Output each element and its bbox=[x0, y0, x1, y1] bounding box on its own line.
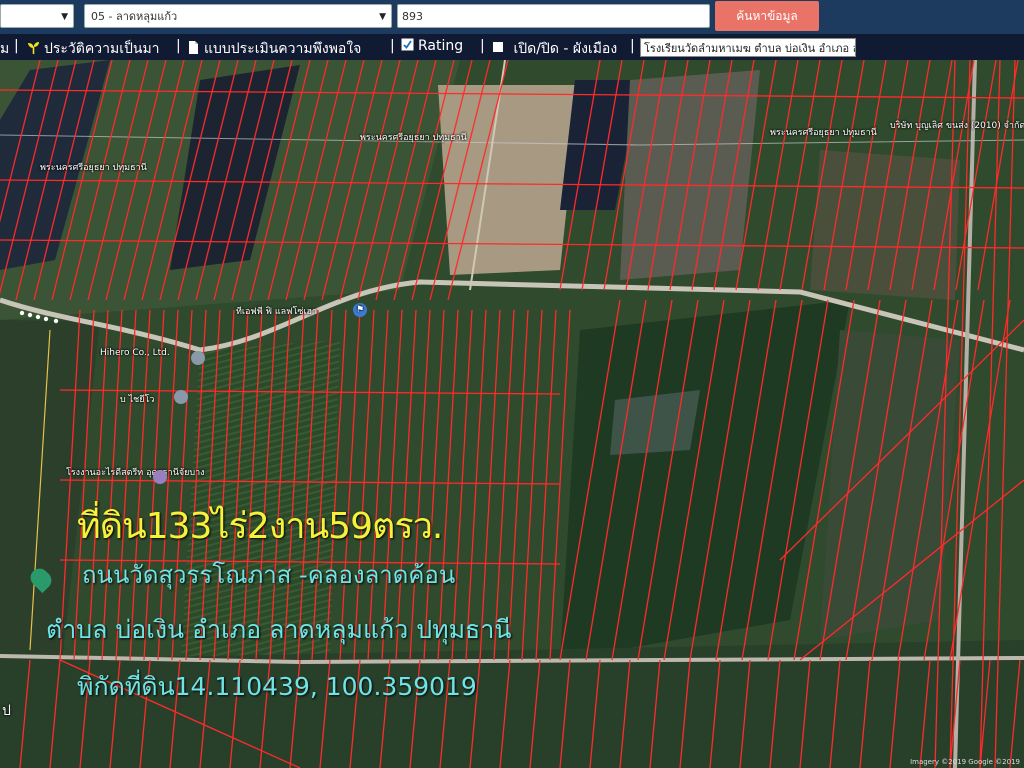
province-select[interactable]: ▼ bbox=[0, 4, 74, 28]
place-pin-icon[interactable] bbox=[153, 470, 167, 484]
map-attribution: Imagery ©2019 Google ©2019 bbox=[910, 758, 1020, 766]
map-label: พระนครศรีอยุธยา ปทุมธานี bbox=[360, 133, 467, 143]
menu-divider: | bbox=[480, 38, 485, 54]
checkbox-icon bbox=[401, 38, 414, 51]
district-select[interactable]: 05 - ลาดหลุมแก้ว ▼ bbox=[84, 4, 392, 28]
menu-item-toggle-city-plan[interactable]: เปิด/ปิด - ผังเมือง bbox=[492, 38, 617, 60]
document-icon bbox=[189, 41, 198, 54]
overlay-coordinates: พิกัดที่ดิน14.110439, 100.359019 bbox=[77, 672, 477, 701]
map-canvas[interactable] bbox=[0, 60, 1024, 768]
place-pin-icon[interactable]: ⚑ bbox=[353, 303, 367, 317]
menu-item-label: Rating bbox=[418, 38, 464, 54]
parcel-number-input[interactable]: 893 bbox=[397, 4, 710, 28]
menu-item-label: แบบประเมินความพึงพอใจ bbox=[204, 41, 362, 57]
menu-bar: ม | ประวัติความเป็นมา | แบบประเมินความพึ… bbox=[0, 34, 1024, 60]
menu-item-rating[interactable]: Rating bbox=[401, 38, 463, 54]
menu-item-truncated[interactable]: ม bbox=[0, 38, 9, 60]
map-label: พระนครศรีอยุธยา ปทุมธานี bbox=[770, 128, 877, 138]
place-pin-icon[interactable] bbox=[174, 390, 188, 404]
chevron-down-icon: ▼ bbox=[379, 12, 386, 22]
place-search-input[interactable]: โรงเรียนวัดลำมหาเมฆ ตำบล บ่อเงิน อำเภอ ล bbox=[640, 38, 856, 57]
satellite-map[interactable]: พระนครศรีอยุธยา ปทุมธานี พระนครศรีอยุธยา… bbox=[0, 60, 1024, 768]
menu-divider: | bbox=[14, 38, 19, 54]
menu-divider: | bbox=[176, 38, 181, 54]
sprout-icon bbox=[28, 42, 39, 54]
overlay-location: ตำบล บ่อเงิน อำเภอ ลาดหลุมแก้ว ปทุมธานี bbox=[46, 615, 512, 644]
map-label: โรงงานอะไรดีสตรีท อุดรธานีจัยบาง bbox=[66, 468, 205, 478]
map-label: ป bbox=[2, 703, 11, 719]
map-label: Hihero Co., Ltd. bbox=[100, 348, 170, 358]
menu-divider: | bbox=[390, 38, 395, 54]
map-label: ทีเอฟพี ฟิ แลฟโซ่เฮา bbox=[236, 307, 318, 317]
map-label: บ ไชยีโว bbox=[120, 395, 155, 405]
construction-site bbox=[438, 85, 580, 275]
map-label: พระนครศรีอยุธยา ปทุมธานี bbox=[40, 163, 147, 173]
search-button[interactable]: ค้นหาข้อมูล bbox=[715, 1, 819, 31]
overlay-land-size: ที่ดิน133ไร่2งาน59ตรว. bbox=[77, 506, 443, 547]
place-pin-icon[interactable] bbox=[191, 351, 205, 365]
map-label: บริษัท บุญเลิศ ขนส่ง (2010) จำกัด bbox=[890, 121, 1024, 131]
factory-yard bbox=[810, 150, 960, 300]
menu-item-history[interactable]: ประวัติความเป็นมา bbox=[27, 38, 160, 60]
chevron-down-icon: ▼ bbox=[61, 12, 68, 22]
menu-item-label: เปิด/ปิด - ผังเมือง bbox=[513, 41, 618, 57]
square-icon bbox=[493, 42, 503, 52]
menu-item-satisfaction-survey[interactable]: แบบประเมินความพึงพอใจ bbox=[187, 38, 361, 60]
overlay-road: ถนนวัดสุวรรโณภาส -คลองลาดค้อน bbox=[82, 561, 456, 589]
menu-item-label: ประวัติความเป็นมา bbox=[44, 41, 160, 57]
menu-divider: | bbox=[630, 38, 635, 54]
district-select-value: 05 - ลาดหลุมแก้ว bbox=[91, 10, 178, 23]
search-bar: ▼ 05 - ลาดหลุมแก้ว ▼ 893 ค้นหาข้อมูล bbox=[0, 0, 1024, 34]
